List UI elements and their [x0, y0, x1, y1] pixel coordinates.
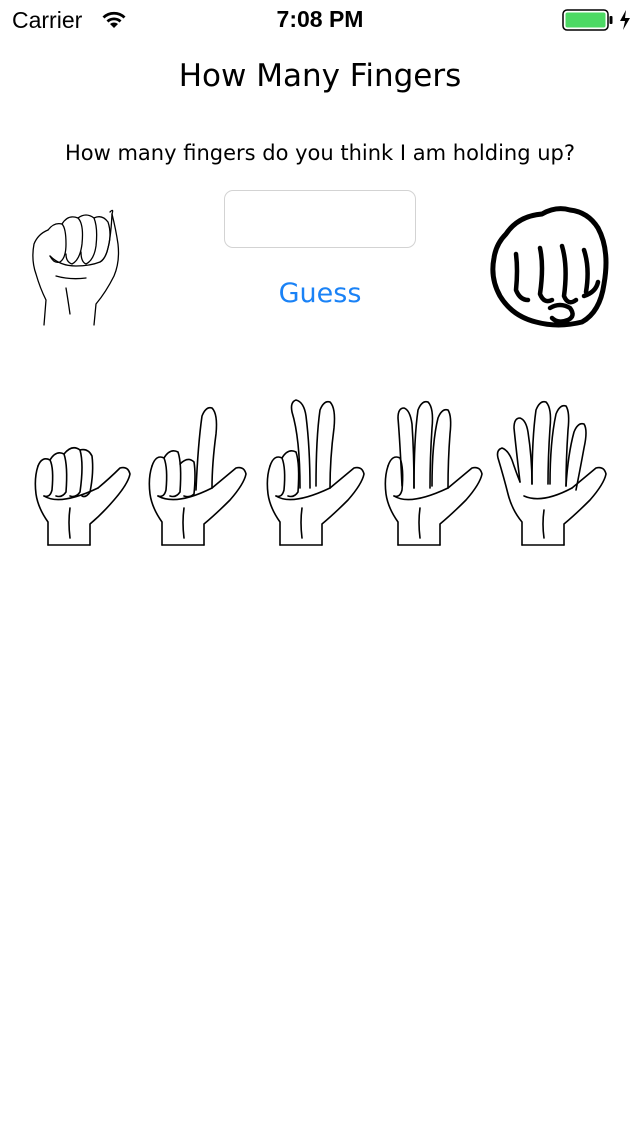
fist-hand-image [32, 209, 120, 326]
guess-button[interactable]: Guess [240, 278, 400, 309]
hand-five-fingers-image [496, 400, 607, 546]
hand-three-fingers-image [384, 400, 483, 546]
status-bar: Carrier 7:08 PM [0, 0, 640, 40]
charging-bolt-icon [620, 10, 630, 30]
guess-input[interactable] [224, 190, 416, 248]
fist-front-image [490, 206, 609, 328]
page-title: How Many Fingers [178, 58, 462, 94]
status-time: 7:08 PM [276, 6, 364, 32]
hand-one-finger-image [148, 406, 247, 546]
battery-icon [562, 9, 613, 31]
hand-thumb-out-image [34, 446, 131, 546]
question-label: How many fingers do you think I am holdi… [64, 141, 576, 165]
hand-two-fingers-image [266, 399, 365, 546]
